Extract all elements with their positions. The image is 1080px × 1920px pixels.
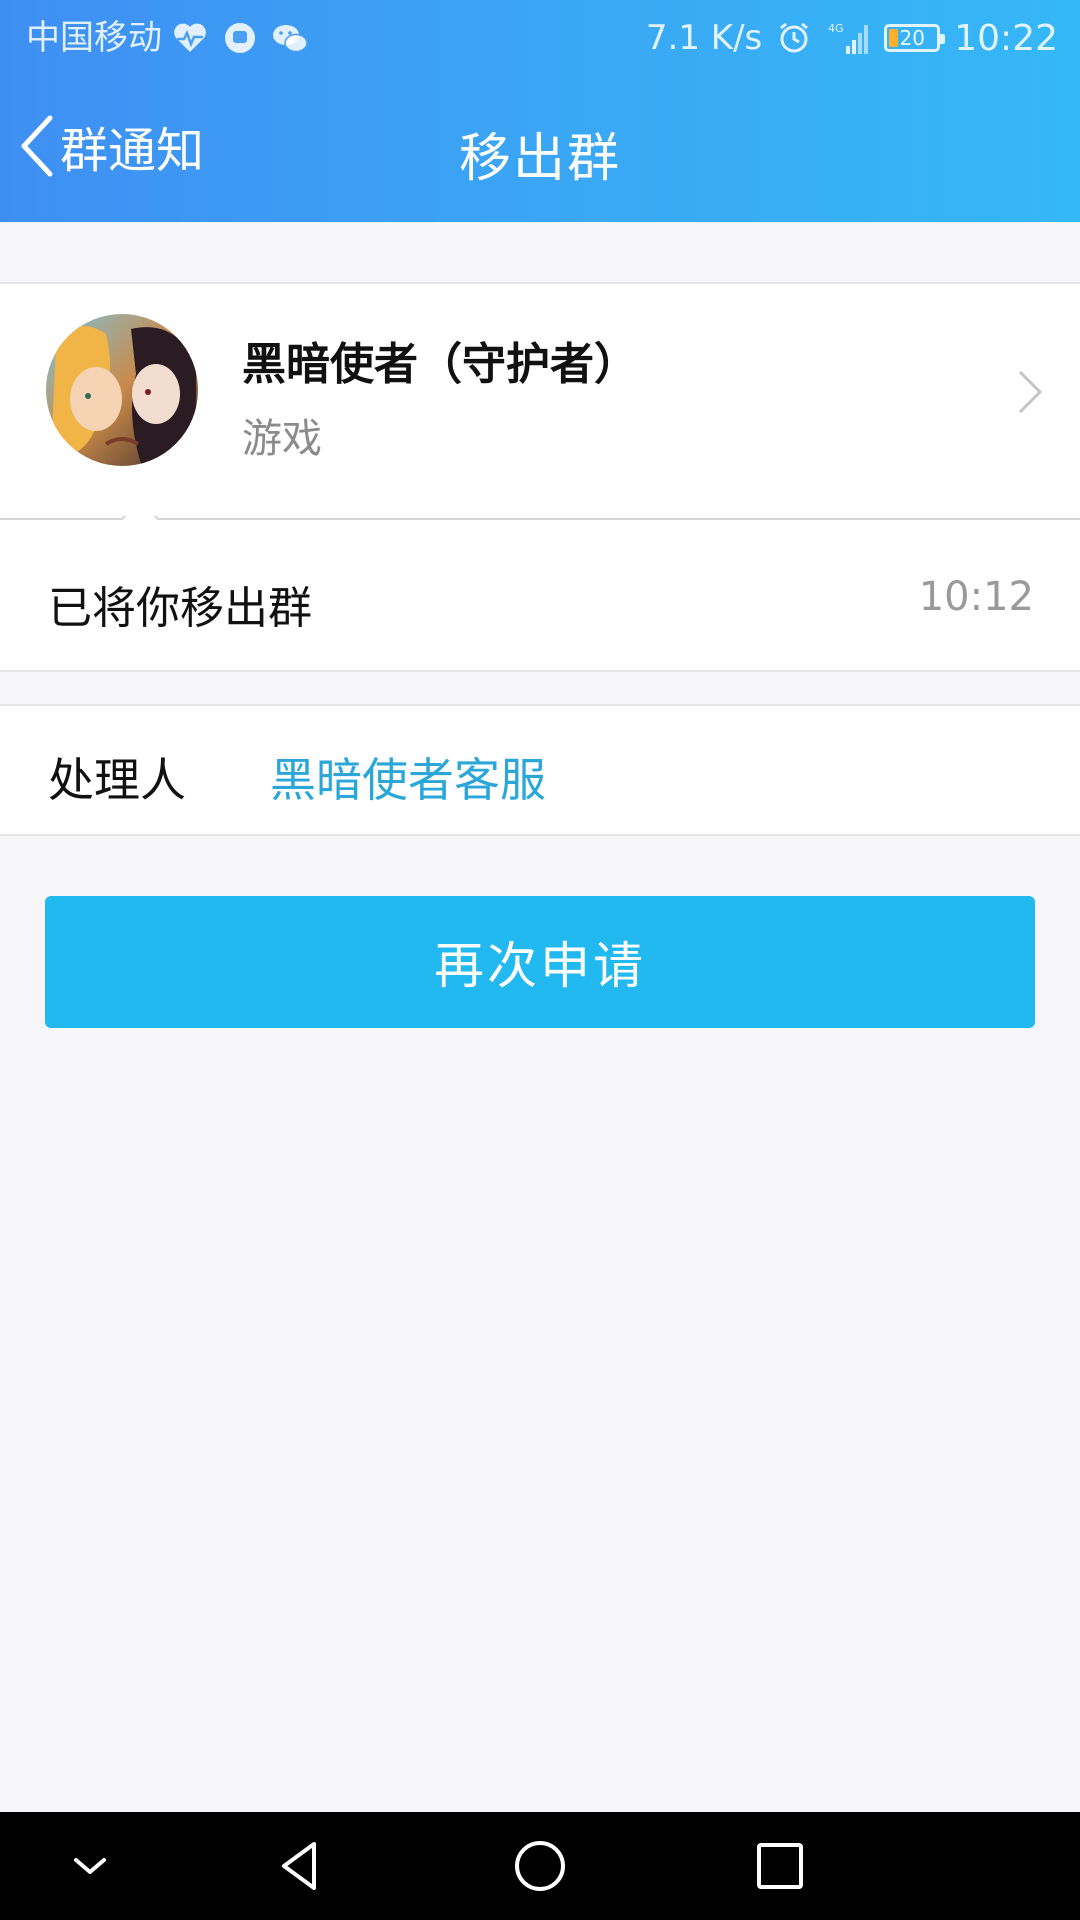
system-navigation-bar: [0, 1812, 1080, 1920]
clock: 10:22: [954, 17, 1058, 59]
battery-icon: 20: [884, 24, 946, 52]
reapply-button[interactable]: 再次申请: [45, 896, 1035, 1028]
page-title: 移出群: [458, 129, 621, 189]
group-name: 黑暗使者（守护者）: [242, 339, 638, 390]
notification-time: 10:12: [918, 574, 1034, 620]
status-right: 7.1 K/s 4G 20 10:22: [646, 14, 1058, 62]
signal-icon: 4G: [828, 22, 869, 54]
recents-square-icon: [757, 1843, 803, 1889]
status-bar: 中国移动 7.1 K/s 4G 20 10:22: [0, 0, 1080, 76]
system-home-button[interactable]: [510, 1836, 570, 1896]
home-circle-icon: [515, 1841, 565, 1891]
group-card[interactable]: 黑暗使者（守护者） 游戏: [0, 282, 1080, 522]
net-speed: 7.1 K/s: [645, 18, 763, 58]
chevron-right-icon: [1018, 370, 1043, 414]
handler-row: 处理人 黑暗使者客服: [0, 704, 1080, 836]
chat-bubble-icon: [225, 23, 255, 53]
collapse-button[interactable]: [60, 1836, 120, 1896]
group-avatar: [46, 314, 198, 466]
alarm-icon: [780, 22, 809, 53]
handler-label: 处理人: [48, 753, 186, 807]
notification-icons: [170, 18, 310, 58]
network-type: 4G: [828, 22, 844, 35]
carrier-name: 中国移动: [26, 18, 162, 58]
notification-message: 已将你移出群: [48, 583, 312, 634]
navigation-bar: 群通知 移出群: [0, 86, 1080, 206]
heart-pulse-icon: [174, 23, 206, 52]
group-category: 游戏: [242, 416, 322, 462]
system-recents-button[interactable]: [750, 1836, 810, 1896]
chevron-down-icon: [74, 1858, 106, 1874]
battery-level: 20: [899, 26, 925, 50]
wechat-icon: [273, 25, 308, 53]
back-triangle-icon: [282, 1842, 316, 1890]
handler-name-link[interactable]: 黑暗使者客服: [270, 744, 546, 810]
system-back-button[interactable]: [270, 1836, 330, 1896]
notification-message-row: 已将你移出群 10:12: [0, 522, 1080, 672]
app-header: 中国移动 7.1 K/s 4G 20 10:22 群通知 移出群: [0, 0, 1080, 222]
